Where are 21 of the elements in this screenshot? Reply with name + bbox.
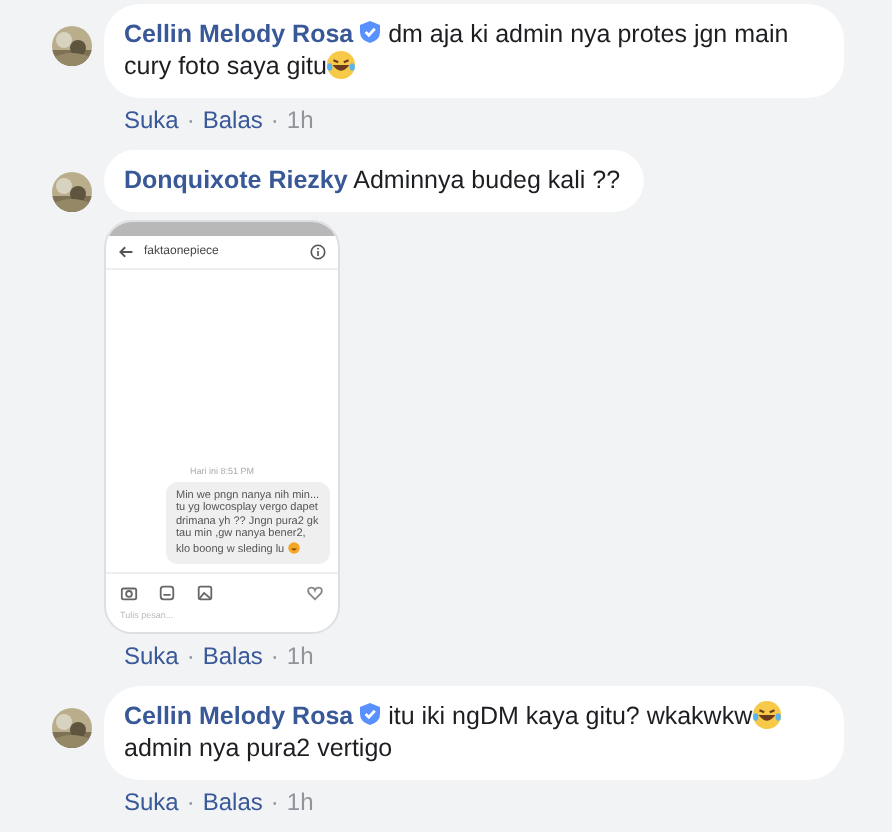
action-link[interactable]: Balas: [202, 104, 263, 136]
separator-dot: ·: [186, 640, 195, 672]
timestamp: 1h: [286, 786, 314, 818]
action-link[interactable]: Suka: [124, 640, 179, 672]
separator-dot: ·: [270, 640, 279, 672]
action-link[interactable]: Balas: [202, 786, 263, 818]
action-link[interactable]: Suka: [124, 104, 179, 136]
comment-text: Cellin Melody Rosa dm aja ki admin nya protes jgn main cury foto saya gitu: [124, 18, 791, 82]
author-link[interactable]: Donquixote Riezky: [124, 166, 348, 194]
timestamp: 1h: [286, 104, 314, 136]
separator-dot: ·: [186, 104, 195, 136]
separator-dot: ·: [270, 786, 279, 818]
comment-text: Cellin Melody Rosa itu iki ngDM kaya gitu? wkakwkw admin nya pura2 vertigo: [124, 700, 820, 764]
action-link[interactable]: Suka: [124, 786, 179, 818]
author-link[interactable]: Cellin Melody Rosa: [124, 702, 354, 730]
separator-dot: ·: [186, 786, 195, 818]
comment-text: Donquixote Riezky Adminnya budeg kali ??: [124, 164, 621, 196]
timestamp: 1h: [286, 640, 314, 672]
separator-dot: ·: [270, 104, 279, 136]
author-link[interactable]: Cellin Melody Rosa: [124, 20, 354, 48]
action-link[interactable]: Balas: [202, 640, 263, 672]
